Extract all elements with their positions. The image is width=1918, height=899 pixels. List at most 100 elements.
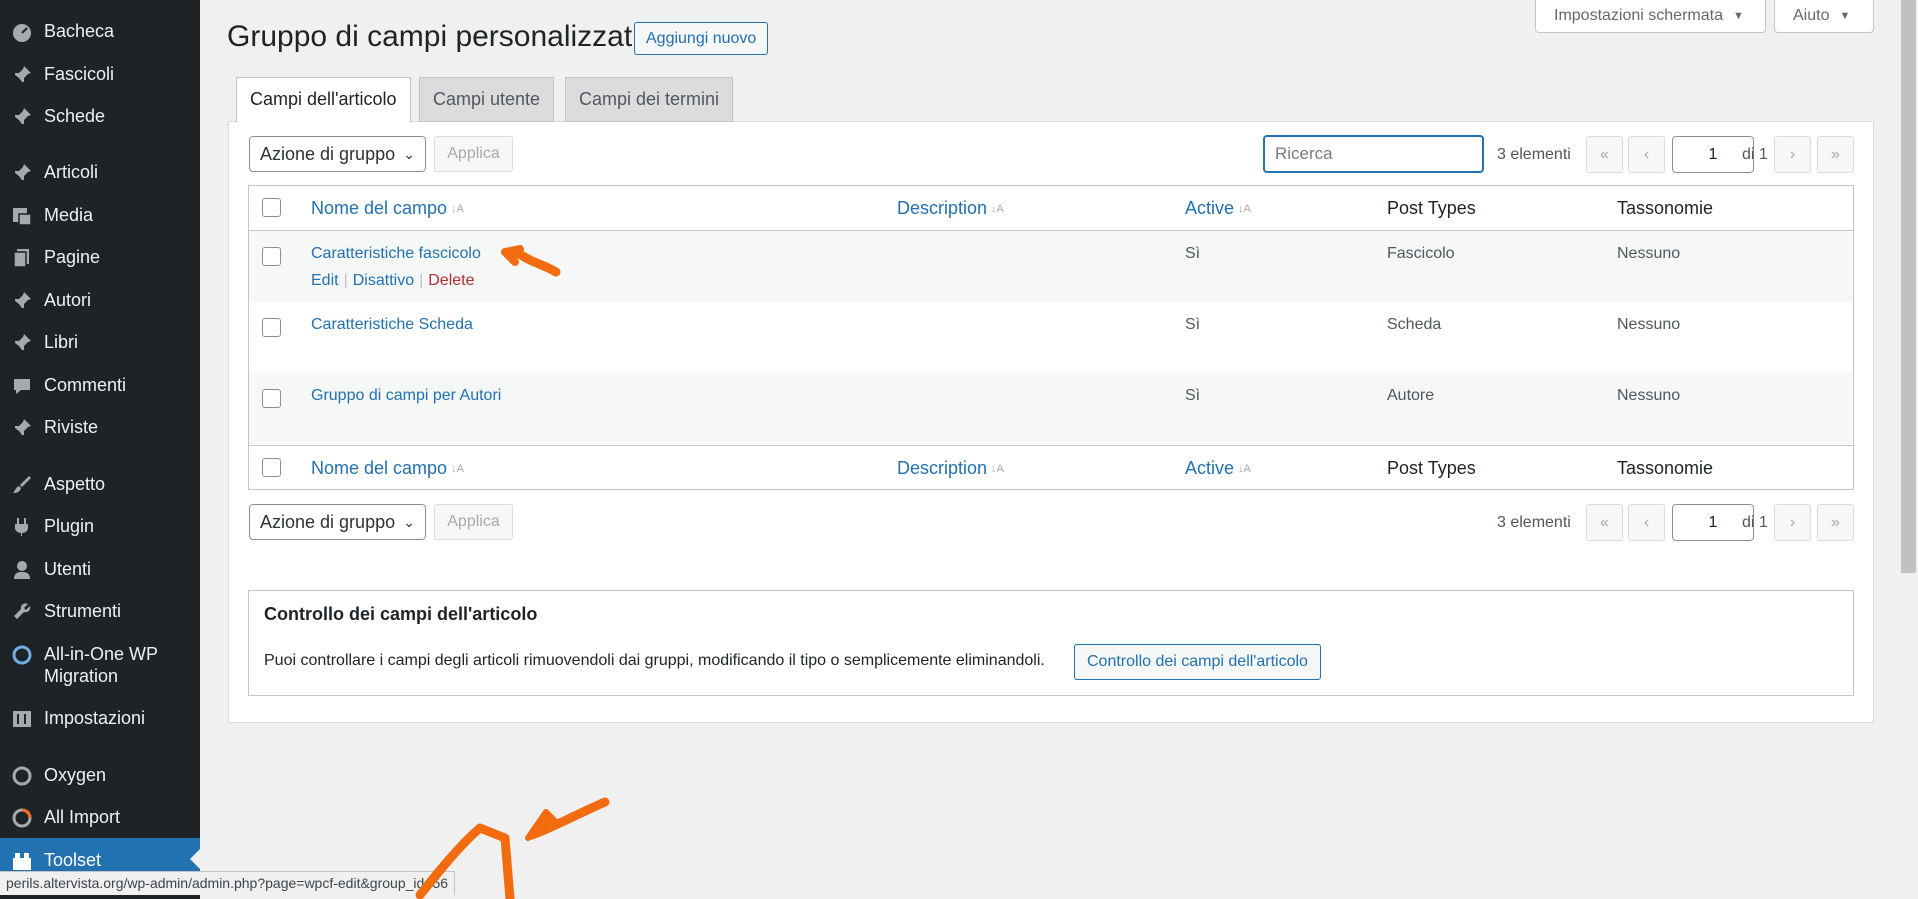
select-all-checkbox[interactable] xyxy=(262,198,281,217)
column-tassonomie: Tassonomie xyxy=(1617,458,1714,478)
column-description[interactable]: Description ↓A xyxy=(897,198,1004,219)
settings-icon xyxy=(0,707,44,730)
separator: | xyxy=(419,272,424,289)
column-description[interactable]: Description ↓A xyxy=(897,458,1004,479)
sidebar-item-media[interactable]: Media xyxy=(0,204,200,227)
sort-icon: ↓A xyxy=(1238,203,1251,216)
sidebar-item-label: Schede xyxy=(44,106,106,126)
last-page-button[interactable]: » xyxy=(1817,504,1854,541)
sidebar-item-strumenti[interactable]: Strumenti xyxy=(0,600,200,623)
sidebar-item-fascicoli[interactable]: Fascicoli xyxy=(0,63,200,86)
sidebar-item-schede[interactable]: Schede xyxy=(0,105,200,128)
column-label: Nome del campo xyxy=(311,198,448,218)
row-checkbox[interactable] xyxy=(262,318,281,337)
sidebar-item-autori[interactable]: Autori xyxy=(0,289,200,312)
browser-status-url: perils.altervista.org/wp-admin/admin.php… xyxy=(0,871,456,895)
items-count: 3 elementi xyxy=(1497,146,1571,163)
chevron-down-icon: ⌄ xyxy=(403,146,415,162)
total-pages: di 1 xyxy=(1742,146,1768,163)
column-post-types: Post Types xyxy=(1387,198,1476,218)
row-actions: Edit | Disattivo | Delete xyxy=(311,272,475,290)
tab-campi-articolo[interactable]: Campi dell'articolo xyxy=(236,77,411,123)
control-box-description: Puoi controllare i campi degli articoli … xyxy=(264,652,1045,669)
screen-options-button[interactable]: Impostazioni schermata ▼ xyxy=(1535,0,1766,33)
sidebar-item-oxygen[interactable]: Oxygen xyxy=(0,764,200,787)
sidebar-item-label: Aspetto xyxy=(44,474,106,494)
next-page-button[interactable]: › xyxy=(1774,504,1811,541)
wrench-icon xyxy=(0,600,44,623)
sidebar-item-aspetto[interactable]: Aspetto xyxy=(0,473,200,496)
sidebar-item-label: Media xyxy=(44,205,94,225)
prev-page-button[interactable]: ‹ xyxy=(1628,504,1665,541)
toolset-icon xyxy=(0,849,44,872)
user-icon xyxy=(0,558,44,581)
sidebar-item-impostazioni[interactable]: Impostazioni xyxy=(0,707,200,730)
edit-link[interactable]: Edit xyxy=(311,272,339,289)
help-label: Aiuto xyxy=(1793,7,1830,24)
select-all-checkbox[interactable] xyxy=(262,458,281,477)
sidebar-item-articoli[interactable]: Articoli xyxy=(0,161,200,184)
fields-control-button[interactable]: Controllo dei campi dell'articolo xyxy=(1074,644,1321,680)
sidebar-item-plugin[interactable]: Plugin xyxy=(0,515,200,538)
sidebar-item-label: All-in-One WP Migration xyxy=(44,644,158,686)
sidebar-item-label: Utenti xyxy=(44,559,92,579)
add-new-button[interactable]: Aggiungi nuovo xyxy=(634,22,769,55)
sidebar-item-all-in-one-wp-migration[interactable]: All-in-One WP Migration xyxy=(0,643,200,687)
column-label: Active xyxy=(1185,198,1235,218)
scrollbar-thumb[interactable] xyxy=(1901,0,1916,573)
tab-campi-termini[interactable]: Campi dei termini xyxy=(565,77,734,122)
field-group-name-link[interactable]: Caratteristiche Scheda xyxy=(311,316,473,334)
sort-icon: ↓A xyxy=(451,203,464,216)
first-page-button[interactable]: « xyxy=(1586,504,1623,541)
first-page-button[interactable]: « xyxy=(1586,136,1623,173)
sidebar-item-label: Bacheca xyxy=(44,21,115,41)
last-page-button[interactable]: » xyxy=(1817,136,1854,173)
row-checkbox[interactable] xyxy=(262,389,281,408)
deactivate-link[interactable]: Disattivo xyxy=(353,272,414,289)
column-nome-campo[interactable]: Nome del campo ↓A xyxy=(311,198,464,219)
sidebar-item-utenti[interactable]: Utenti xyxy=(0,558,200,581)
sidebar-item-label: Oxygen xyxy=(44,765,107,785)
active-menu-arrow xyxy=(190,849,200,869)
column-tassonomie: Tassonomie xyxy=(1617,198,1714,218)
sort-icon: ↓A xyxy=(1238,463,1251,476)
search-input[interactable] xyxy=(1263,135,1484,173)
active-cell: Sì xyxy=(1185,387,1201,404)
field-group-name-link[interactable]: Caratteristiche fascicolo xyxy=(311,245,481,263)
column-nome-campo[interactable]: Nome del campo ↓A xyxy=(311,458,464,479)
brush-icon xyxy=(0,473,44,496)
sidebar-item-label: Autori xyxy=(44,290,92,310)
apply-button[interactable]: Applica xyxy=(434,136,513,172)
column-active[interactable]: Active ↓A xyxy=(1185,198,1251,219)
bulk-action-select[interactable]: Azione di gruppo ⌄ xyxy=(249,136,426,172)
sidebar-item-pagine[interactable]: Pagine xyxy=(0,246,200,269)
help-button[interactable]: Aiuto ▼ xyxy=(1774,0,1874,33)
sidebar-item-commenti[interactable]: Commenti xyxy=(0,374,200,397)
bulk-action-value: Azione di gruppo xyxy=(260,512,396,532)
sidebar-item-bacheca[interactable]: Bacheca xyxy=(0,20,200,43)
table-header: Nome del campo ↓A Description ↓A Active ↓A … xyxy=(249,186,1853,231)
sidebar-item-label: Plugin xyxy=(44,516,95,536)
bulk-action-value: Azione di gruppo xyxy=(260,144,396,164)
row-checkbox[interactable] xyxy=(262,247,281,266)
items-count: 3 elementi xyxy=(1497,514,1571,531)
prev-page-button[interactable]: ‹ xyxy=(1628,136,1665,173)
table-row: Caratteristiche fascicolo Sì Fascicolo N… xyxy=(249,231,1853,302)
bulk-action-select-bottom[interactable]: Azione di gruppo ⌄ xyxy=(249,504,426,540)
sidebar-item-label: All Import xyxy=(44,807,121,827)
apply-button-bottom[interactable]: Applica xyxy=(434,504,513,540)
sidebar-item-label: Riviste xyxy=(44,417,99,437)
pin-icon xyxy=(0,105,44,128)
table-row: Caratteristiche Scheda Sì Scheda Nessuno xyxy=(249,302,1853,373)
column-label: Active xyxy=(1185,458,1235,478)
next-page-button[interactable]: › xyxy=(1774,136,1811,173)
delete-link[interactable]: Delete xyxy=(428,272,474,289)
sidebar-item-label: Fascicoli xyxy=(44,64,115,84)
sidebar-item-riviste[interactable]: Riviste xyxy=(0,416,200,439)
sidebar-item-all-import[interactable]: All Import xyxy=(0,806,200,829)
sidebar-item-libri[interactable]: Libri xyxy=(0,331,200,354)
column-active[interactable]: Active ↓A xyxy=(1185,458,1251,479)
sidebar-item-label: Impostazioni xyxy=(44,708,146,728)
field-group-name-link[interactable]: Gruppo di campi per Autori xyxy=(311,387,501,405)
tab-campi-utente[interactable]: Campi utente xyxy=(419,77,555,122)
